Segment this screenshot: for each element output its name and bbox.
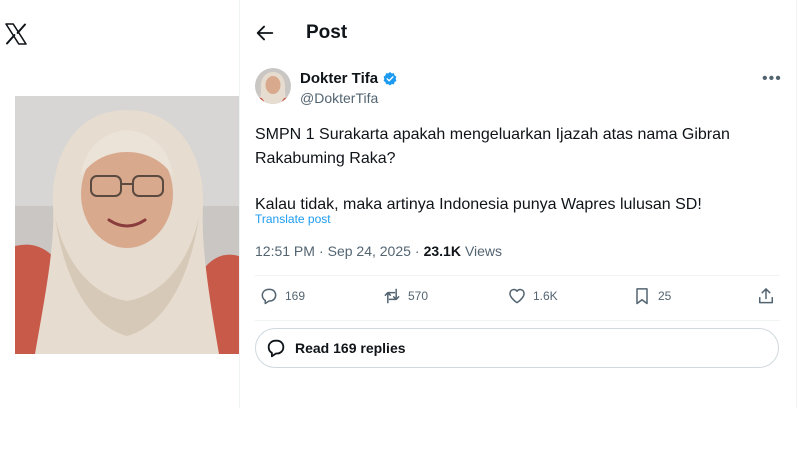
avatar[interactable]	[255, 68, 291, 104]
profile-photo	[15, 96, 239, 354]
more-options-icon[interactable]: •••	[762, 70, 782, 88]
divider	[255, 320, 780, 321]
repost-count: 570	[408, 289, 429, 303]
post-header: Post	[240, 0, 796, 66]
bookmark-count: 25	[658, 289, 672, 303]
post-meta: 12:51 PM · Sep 24, 2025 · 23.1K Views	[255, 243, 502, 259]
read-replies-label: Read 169 replies	[295, 340, 406, 356]
reply-count: 169	[285, 289, 306, 303]
reply-button[interactable]: 169	[259, 286, 305, 306]
post-paragraph: SMPN 1 Surakarta apakah mengeluarkan Ija…	[255, 126, 730, 167]
read-replies-button[interactable]: Read 169 replies	[255, 328, 779, 368]
author-name[interactable]: Dokter Tifa	[300, 70, 378, 87]
views-count: 23.1K	[423, 243, 461, 259]
column-divider-right	[796, 0, 797, 408]
arrow-left-icon[interactable]	[254, 22, 276, 44]
post-date[interactable]: Sep 24, 2025	[328, 243, 411, 259]
share-icon	[759, 288, 773, 304]
heart-icon	[509, 288, 525, 304]
views-label: Views	[464, 243, 503, 259]
author-handle[interactable]: @DokterTifa	[300, 90, 378, 106]
bookmark-button[interactable]: 25	[632, 286, 671, 306]
repost-button[interactable]: 570	[382, 286, 428, 306]
author-name-row[interactable]: Dokter Tifa	[300, 70, 398, 87]
post-time[interactable]: 12:51 PM	[255, 243, 315, 259]
reply-bubble-icon	[267, 339, 285, 358]
bookmark-icon	[636, 288, 648, 305]
like-count: 1.6K	[533, 289, 558, 303]
share-button[interactable]	[756, 286, 776, 306]
action-bar: 169 570 1.6K 25	[255, 286, 780, 312]
repost-icon	[384, 288, 400, 304]
meta-separator: ·	[318, 243, 324, 259]
translate-post-link[interactable]: Translate post	[255, 212, 331, 226]
x-logo-icon[interactable]	[4, 22, 28, 46]
like-button[interactable]: 1.6K	[507, 286, 558, 306]
divider	[255, 275, 780, 276]
reply-icon	[261, 288, 277, 305]
post-text: SMPN 1 Surakarta apakah mengeluarkan Ija…	[255, 123, 775, 217]
verified-badge-icon	[383, 71, 397, 85]
post-paragraph: Kalau tidak, maka artinya Indonesia puny…	[255, 196, 702, 213]
meta-separator: ·	[414, 243, 420, 259]
page-title: Post	[306, 22, 348, 43]
